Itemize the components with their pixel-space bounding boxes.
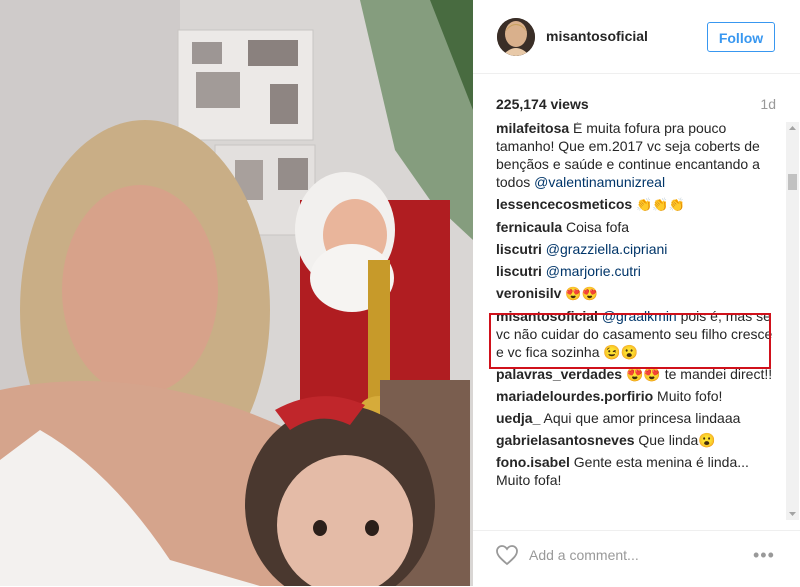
scrollbar-thumb[interactable] [788,174,797,190]
comment-username[interactable]: gabrielasantosneves [496,432,635,448]
comment-item: mariadelourdes.porfirio Muito fofo! [496,387,778,405]
comment-text: Coisa fofa [566,219,630,235]
heart-icon[interactable] [495,543,519,567]
comment-item: fernicaula Coisa fofa [496,218,778,236]
comment-footer: Add a comment... ••• [473,530,800,587]
comment-mention[interactable]: @marjorie.cutri [546,263,641,279]
comment-username[interactable]: fernicaula [496,219,562,235]
video-frame-image [0,0,473,586]
comment-item: liscutri @grazziella.cipriani [496,240,778,258]
comment-text: 👏👏👏 [636,197,685,212]
comment-item: veronisilv 😍😍 [496,284,778,303]
comment-item: liscutri @marjorie.cutri [496,262,778,280]
comment-username[interactable]: uedja_ [496,410,540,426]
comment-item: milafeitosa É muita fofura pra pouco tam… [496,122,778,191]
comment-username[interactable]: liscutri [496,241,542,257]
comment-scrollbar[interactable] [786,122,799,520]
comment-username[interactable]: liscutri [496,263,542,279]
comment-username[interactable]: lessencecosmeticos [496,196,632,212]
follow-button[interactable]: Follow [707,22,775,52]
comment-mention[interactable]: @grazziella.cipriani [546,241,668,257]
more-options-icon[interactable]: ••• [753,545,775,566]
comment-text: 😍😍 [565,286,598,301]
highlight-box [489,313,771,369]
comment-username[interactable]: mariadelourdes.porfirio [496,388,653,404]
comment-text: Que linda😮 [638,432,716,448]
post-header: misantosoficial Follow [473,0,800,74]
comment-mention[interactable]: @valentinamunizreal [534,174,665,190]
comment-item: gabrielasantosneves Que linda😮 [496,431,778,449]
avatar-image [497,18,535,56]
scroll-down-arrow-icon[interactable] [786,507,799,520]
comment-item: lessencecosmeticos 👏👏👏 [496,195,778,214]
comment-text: Muito fofo! [657,388,723,404]
add-comment-input[interactable]: Add a comment... [529,547,639,563]
view-count: 225,174 views [496,96,589,112]
avatar[interactable] [497,18,535,56]
comment-username[interactable]: milafeitosa [496,122,569,136]
post-video[interactable] [0,0,473,586]
post-username[interactable]: misantosoficial [546,28,648,44]
comment-item: fono.isabel Gente esta menina é linda...… [496,453,778,489]
post-age[interactable]: 1d [760,96,776,112]
comment-username[interactable]: fono.isabel [496,454,570,470]
comment-text: Aqui que amor princesa lindaaa [543,410,741,426]
comment-item: uedja_ Aqui que amor princesa lindaaa [496,409,778,427]
comment-username[interactable]: veronisilv [496,285,561,301]
post-sidebar: misantosoficial Follow 225,174 views 1d … [473,0,800,586]
scroll-up-arrow-icon[interactable] [786,122,799,135]
